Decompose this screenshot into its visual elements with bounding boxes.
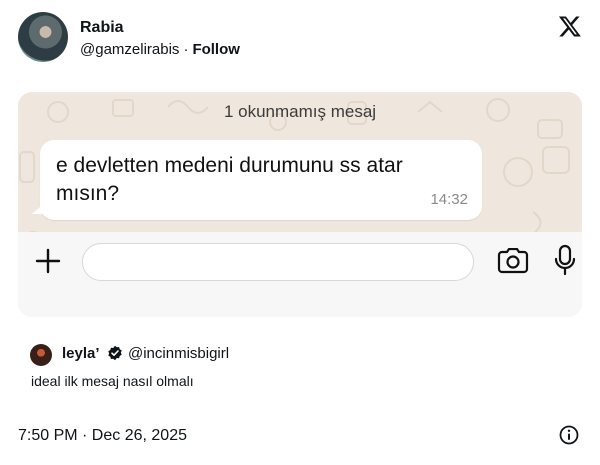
unread-messages-banner: 1 okunmamış mesaj (223, 102, 377, 121)
message-time: 14:32 (430, 191, 468, 208)
plus-icon[interactable] (34, 247, 62, 275)
quoted-text: ideal ilk mesaj nasıl olmalı (31, 373, 194, 389)
message-text: e devletten medeni durumunu ss atar mısı… (56, 154, 403, 205)
camera-icon[interactable] (496, 248, 530, 274)
incoming-message-bubble[interactable]: e devletten medeni durumunu ss atar mısı… (32, 140, 482, 220)
quoted-reply[interactable]: leyla’ @incinmisbigirl ideal ilk mesaj n… (18, 334, 582, 394)
verified-badge-icon (108, 345, 122, 361)
x-logo-icon[interactable] (558, 14, 582, 38)
separator: · (183, 41, 189, 58)
quoted-author-avatar[interactable] (30, 344, 52, 366)
bubble-tail (32, 202, 46, 214)
tweet-header: Rabia @gamzelirabis · Follow (18, 12, 584, 68)
message-composer (18, 232, 582, 317)
microphone-icon[interactable] (554, 244, 576, 276)
info-icon[interactable] (559, 425, 579, 445)
chat-screenshot: 1 okunmamış mesaj e devletten medeni dur… (18, 92, 582, 317)
quoted-author-handle[interactable]: @incinmisbigirl (128, 345, 229, 362)
author-avatar[interactable] (18, 12, 68, 62)
message-input[interactable] (82, 243, 474, 281)
author-handle[interactable]: @gamzelirabis (80, 41, 179, 58)
post-timestamp[interactable]: 7:50 PM · Dec 26, 2025 (18, 427, 187, 445)
author-name[interactable]: Rabia (80, 19, 124, 37)
author-handle-line: @gamzelirabis · Follow (80, 41, 240, 58)
quoted-author-name[interactable]: leyla’ (62, 345, 100, 362)
follow-button[interactable]: Follow (192, 41, 240, 58)
